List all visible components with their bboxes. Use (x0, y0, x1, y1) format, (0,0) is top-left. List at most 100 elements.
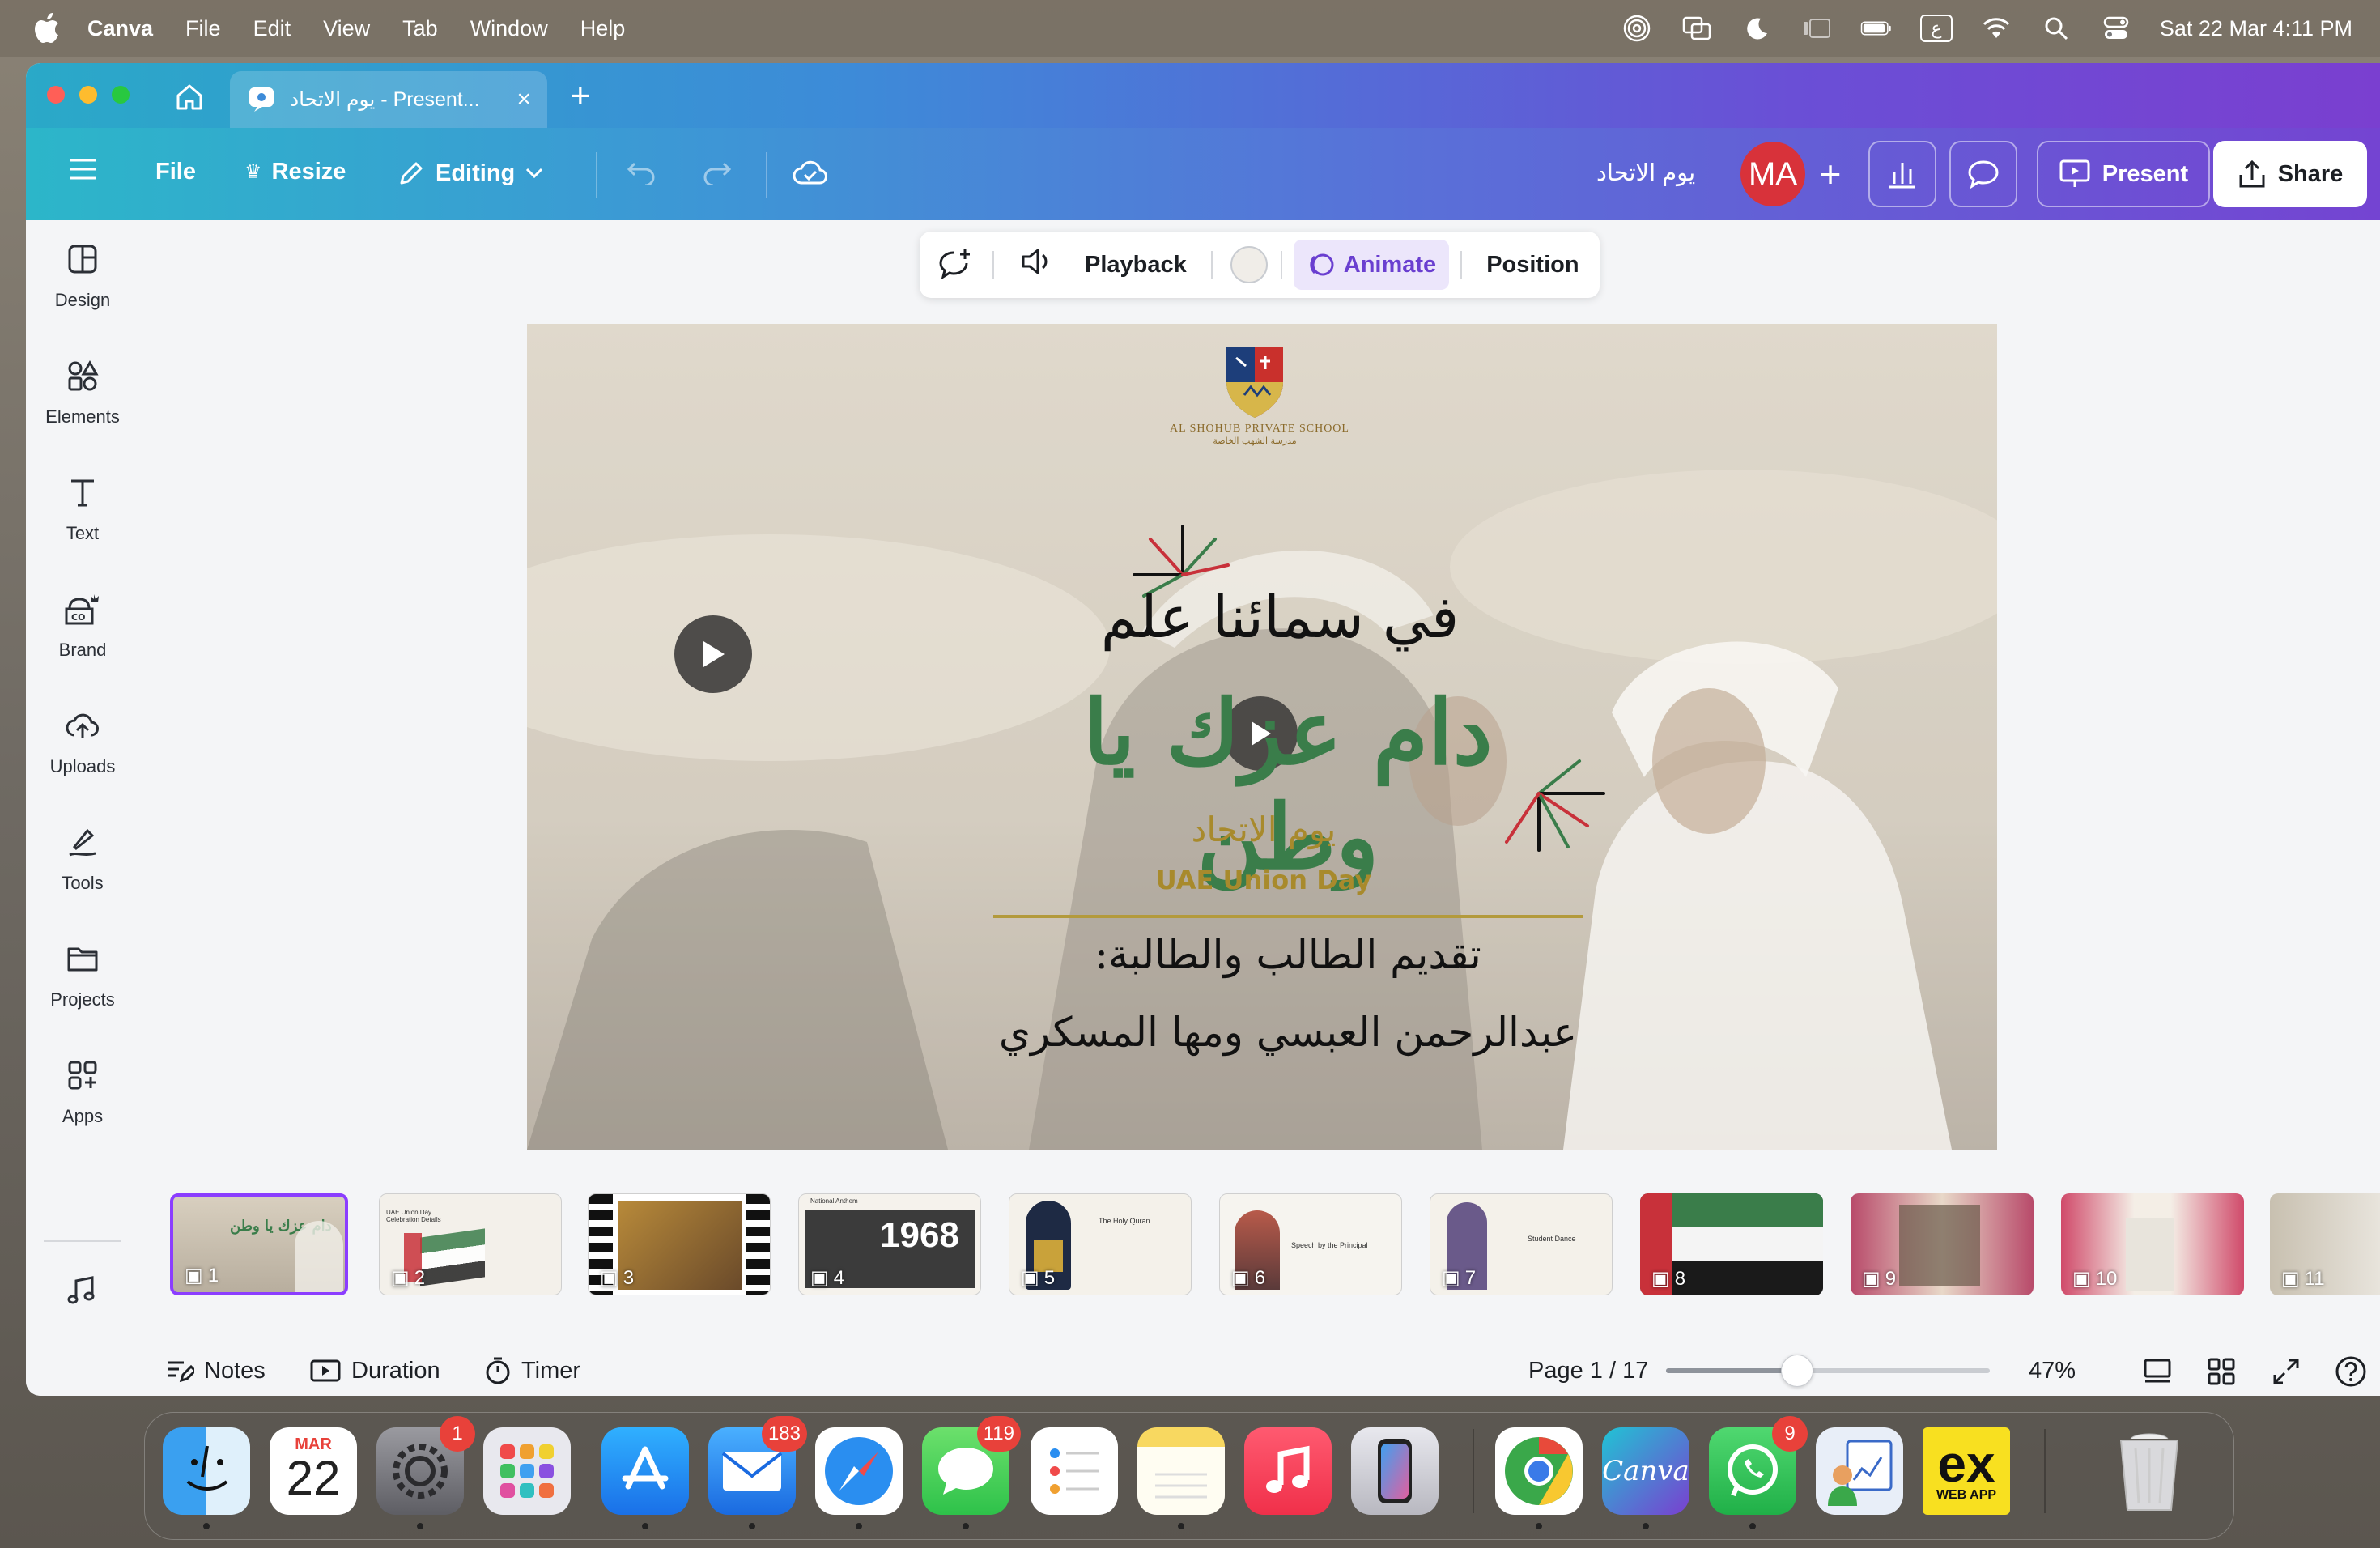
slide-thumbnail[interactable]: ▣ 10 (2061, 1193, 2244, 1295)
undo-button[interactable] (627, 159, 657, 185)
wifi-icon[interactable] (1980, 15, 2012, 41)
slide-thumbnail[interactable]: ▣ 3 (588, 1193, 771, 1295)
comments-button[interactable] (1949, 141, 2017, 207)
dock-system-settings[interactable]: 1 (376, 1416, 475, 1529)
user-avatar[interactable]: MA (1740, 142, 1805, 206)
close-window-button[interactable] (47, 86, 65, 104)
dock-calendar[interactable]: MAR 22 (270, 1427, 357, 1515)
video-play-button[interactable] (674, 615, 752, 693)
spotlight-search-icon[interactable] (2040, 15, 2072, 41)
menu-file[interactable]: File (185, 16, 221, 41)
zoom-slider-handle[interactable] (1781, 1354, 1813, 1387)
share-button[interactable]: Share (2213, 141, 2367, 207)
present-button[interactable]: Present (2037, 141, 2210, 207)
menu-edit[interactable]: Edit (253, 16, 291, 41)
slide-thumbnail[interactable]: National Anthem 1968 ▣ 4 (798, 1193, 981, 1295)
airdrop-icon[interactable] (1621, 15, 1653, 42)
timer-button[interactable]: Timer (484, 1356, 580, 1385)
slide-heading-line1[interactable]: في سمائنا علم (1094, 583, 1466, 651)
dock-music[interactable] (1244, 1427, 1332, 1515)
menu-tab[interactable]: Tab (402, 16, 438, 41)
color-swatch-button[interactable] (1230, 246, 1268, 283)
sidebar-item-design[interactable]: Design (26, 220, 139, 325)
sidebar-item-text[interactable]: Text (26, 453, 139, 559)
add-collaborator-button[interactable]: + (1807, 151, 1854, 198)
menu-view[interactable]: View (323, 16, 370, 41)
dock-safari[interactable] (815, 1427, 903, 1529)
maximize-window-button[interactable] (112, 86, 130, 104)
dock-chrome[interactable] (1495, 1427, 1583, 1529)
zoom-level[interactable]: 47% (2029, 1358, 2076, 1384)
screen-mirroring-icon[interactable] (1681, 15, 1713, 41)
editing-mode-dropdown[interactable]: Editing (397, 159, 544, 188)
document-title[interactable]: يوم الاتحاد (1596, 159, 1695, 187)
redo-button[interactable] (701, 159, 732, 185)
dock-whatsapp[interactable]: 9 (1709, 1416, 1808, 1529)
menu-clock[interactable]: Sat 22 Mar 4:11 PM (2160, 16, 2352, 41)
focus-moon-icon[interactable] (1740, 15, 1773, 41)
slide-thumbnail[interactable]: ▣ 8 (1640, 1193, 1823, 1295)
dock-finder[interactable] (163, 1427, 250, 1529)
main-menu-button[interactable] (68, 157, 97, 181)
help-button[interactable] (2335, 1355, 2367, 1394)
control-center-icon[interactable] (2100, 15, 2132, 41)
animate-button[interactable]: Animate (1293, 240, 1450, 290)
sidebar-item-apps[interactable]: Apps (26, 1036, 139, 1142)
new-tab-button[interactable]: + (570, 76, 591, 117)
sidebar-item-tools[interactable]: Tools (26, 803, 139, 908)
slide-heading-line2[interactable]: دام عزك يا وطن (1029, 680, 1547, 889)
page-view-button[interactable] (2142, 1357, 2173, 1391)
apple-icon[interactable] (31, 12, 63, 45)
home-icon[interactable] (173, 83, 206, 112)
dock-iphone-mirroring[interactable] (1351, 1427, 1439, 1515)
page-indicator[interactable]: Page 1 / 17 (1528, 1358, 1648, 1384)
resize-button[interactable]: ♛ Resize (244, 159, 346, 185)
slide-thumbnail[interactable]: The Holy Quran ▣ 5 (1009, 1193, 1192, 1295)
union-day-english[interactable]: UAE Union Day (1142, 865, 1385, 895)
dock-finance-app[interactable] (1816, 1427, 1903, 1515)
comment-add-icon[interactable] (936, 248, 975, 282)
battery-icon[interactable] (1860, 15, 1893, 41)
dock-reminders[interactable] (1031, 1427, 1118, 1515)
music-note-icon[interactable] (65, 1274, 97, 1311)
dock-notes[interactable] (1137, 1427, 1225, 1529)
presenter-label[interactable]: تقديم الطالب والطالبة: (1029, 931, 1547, 978)
duration-button[interactable]: Duration (309, 1358, 440, 1384)
stage-manager-icon[interactable] (1800, 15, 1833, 41)
slide-thumbnail[interactable]: Speech by the Principal ▣ 6 (1219, 1193, 1402, 1295)
sidebar-item-uploads[interactable]: Uploads (26, 687, 139, 792)
dock-canva[interactable]: Canva (1602, 1427, 1689, 1529)
presenter-names[interactable]: عبدالرحمن العبسي ومها المسكري (948, 1009, 1628, 1056)
file-menu-button[interactable]: File (155, 159, 196, 185)
dock-mail[interactable]: 183 (708, 1416, 807, 1529)
browser-tab-active[interactable]: يوم الاتحاد - Present... × (230, 71, 547, 128)
dock-trash[interactable] (2106, 1427, 2193, 1515)
menu-app-name[interactable]: Canva (87, 16, 153, 41)
zoom-slider[interactable] (1666, 1354, 1990, 1387)
slide-thumbnail[interactable]: ▣ 9 (1851, 1193, 2034, 1295)
grid-view-button[interactable] (2207, 1357, 2236, 1393)
slide-thumbnail[interactable]: Student Dance ▣ 7 (1430, 1193, 1613, 1295)
slide-thumbnail[interactable]: دام عزك يا وطن ▣ 1 (170, 1193, 348, 1295)
union-day-arabic[interactable]: يوم الاتحاد (1142, 810, 1385, 849)
slide-thumbnail[interactable]: UAE Union Day Celebration Details ▣ 2 (379, 1193, 562, 1295)
menu-window[interactable]: Window (470, 16, 548, 41)
keyboard-input-icon[interactable]: ع (1919, 15, 1953, 42)
menu-help[interactable]: Help (580, 16, 626, 41)
dock-ex-web-app[interactable]: ex WEB APP (1923, 1427, 2010, 1515)
sidebar-item-elements[interactable]: Elements (26, 337, 139, 442)
position-button[interactable]: Position (1486, 252, 1579, 279)
sidebar-item-projects[interactable]: Projects (26, 920, 139, 1025)
insights-button[interactable] (1868, 141, 1936, 207)
playback-button[interactable]: Playback (1085, 252, 1187, 279)
sidebar-item-brand[interactable]: CO Brand (26, 570, 139, 675)
slide-canvas[interactable]: AL SHOHUB PRIVATE SCHOOL مدرسة الشهب الخ… (527, 324, 1997, 1150)
cloud-saved-button[interactable] (792, 157, 829, 188)
slide-thumbnail[interactable]: ▣ 11 (2270, 1193, 2380, 1295)
fullscreen-button[interactable] (2272, 1357, 2301, 1393)
notes-button[interactable]: Notes (165, 1358, 266, 1384)
dock-messages[interactable]: 119 (922, 1416, 1021, 1529)
school-logo[interactable]: AL SHOHUB PRIVATE SCHOOL مدرسة الشهب الخ… (1170, 342, 1349, 463)
dock-app-store[interactable] (601, 1427, 689, 1529)
minimize-window-button[interactable] (79, 86, 97, 104)
